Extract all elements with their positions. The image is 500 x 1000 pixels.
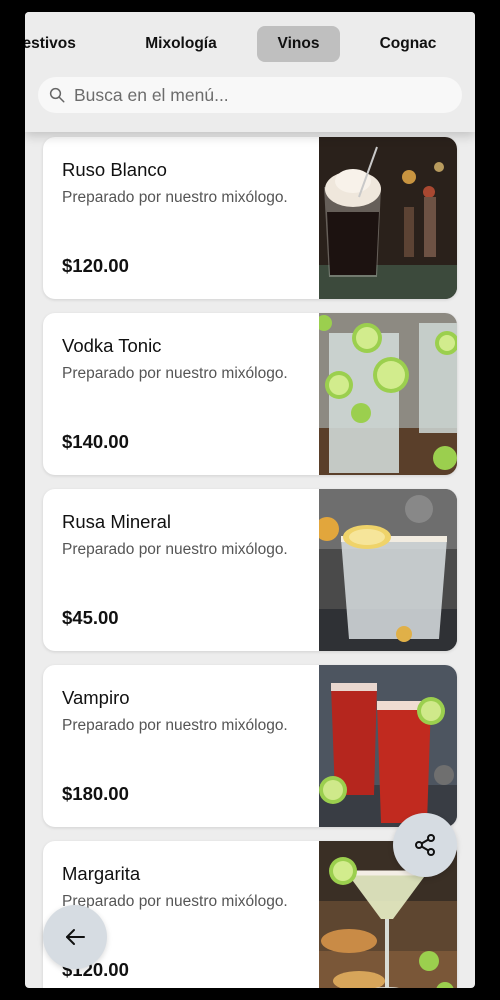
category-tabs: gestivos Mixología Vinos Cognac (25, 26, 475, 62)
item-name: Ruso Blanco (62, 159, 167, 180)
white-russian-photo (319, 137, 457, 299)
back-button[interactable] (43, 905, 107, 969)
tab-vinos[interactable]: Vinos (257, 26, 340, 62)
menu-item-card[interactable]: Margarita Preparado por nuestro mixólogo… (43, 841, 457, 988)
item-price: $120.00 (62, 255, 129, 276)
arrow-left-icon (66, 929, 85, 945)
item-name: Vampiro (62, 687, 130, 708)
menu-item-card[interactable]: Vampiro Preparado por nuestro mixólogo. … (43, 665, 457, 827)
item-name: Margarita (62, 863, 141, 884)
item-price: $45.00 (62, 607, 119, 628)
tab-digestivos[interactable]: gestivos (25, 26, 93, 62)
menu-item-card[interactable]: Ruso Blanco Preparado por nuestro mixólo… (43, 137, 457, 299)
search-bar[interactable] (38, 77, 462, 113)
rusa-mineral-photo (319, 489, 457, 651)
menu-item-card[interactable]: Vodka Tonic Preparado por nuestro mixólo… (43, 313, 457, 475)
search-input[interactable] (74, 77, 444, 113)
menu-item-card[interactable]: Rusa Mineral Preparado por nuestro mixól… (43, 489, 457, 651)
item-description: Preparado por nuestro mixólogo. (62, 893, 288, 910)
share-button[interactable] (393, 813, 457, 877)
search-icon (49, 87, 65, 103)
item-description: Preparado por nuestro mixólogo. (62, 189, 288, 206)
top-bar: gestivos Mixología Vinos Cognac (25, 12, 475, 132)
vodka-tonic-photo (319, 313, 457, 475)
item-description: Preparado por nuestro mixólogo. (62, 541, 288, 558)
item-name: Rusa Mineral (62, 511, 171, 532)
item-name: Vodka Tonic (62, 335, 162, 356)
item-price: $140.00 (62, 431, 129, 452)
menu-screen: Ruso Blanco Preparado por nuestro mixólo… (25, 12, 475, 988)
share-icon (415, 834, 435, 856)
tab-cognac[interactable]: Cognac (364, 26, 452, 62)
item-description: Preparado por nuestro mixólogo. (62, 717, 288, 734)
tab-mixologia[interactable]: Mixología (131, 26, 231, 62)
vampiro-photo (319, 665, 457, 827)
item-price: $180.00 (62, 783, 129, 804)
item-description: Preparado por nuestro mixólogo. (62, 365, 288, 382)
